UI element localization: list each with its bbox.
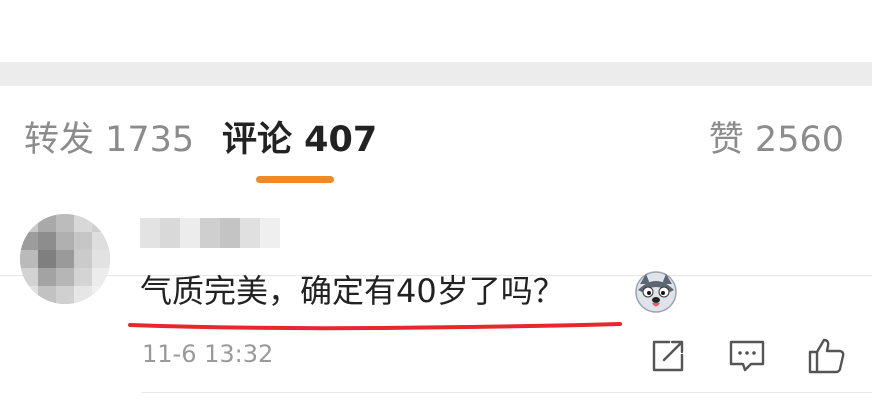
tab-reposts[interactable]: 转发 1735 — [24, 116, 194, 164]
reply-icon[interactable] — [727, 336, 767, 376]
comment-divider — [142, 392, 872, 393]
avatar[interactable] — [20, 214, 110, 304]
highlight-underline — [128, 322, 622, 331]
active-tab-indicator — [256, 176, 334, 183]
husky-emoji-icon — [635, 271, 677, 313]
section-separator — [0, 62, 872, 86]
tab-bar: 转发 1735 评论 407 赞 2560 — [0, 86, 872, 276]
share-icon[interactable] — [648, 336, 688, 376]
tab-likes[interactable]: 赞 2560 — [709, 116, 844, 164]
top-blank-area — [0, 0, 872, 62]
tab-comments[interactable]: 评论 407 — [222, 116, 377, 164]
comment-timestamp: 11-6 13:32 — [142, 340, 274, 368]
comment-text: 气质完美，确定有40岁了吗？ — [140, 272, 565, 310]
thumbs-up-icon[interactable] — [806, 336, 846, 376]
username-redacted[interactable] — [140, 218, 280, 248]
comment-item: 气质完美，确定有40岁了吗？ 11-6 13:32 — [0, 190, 872, 412]
